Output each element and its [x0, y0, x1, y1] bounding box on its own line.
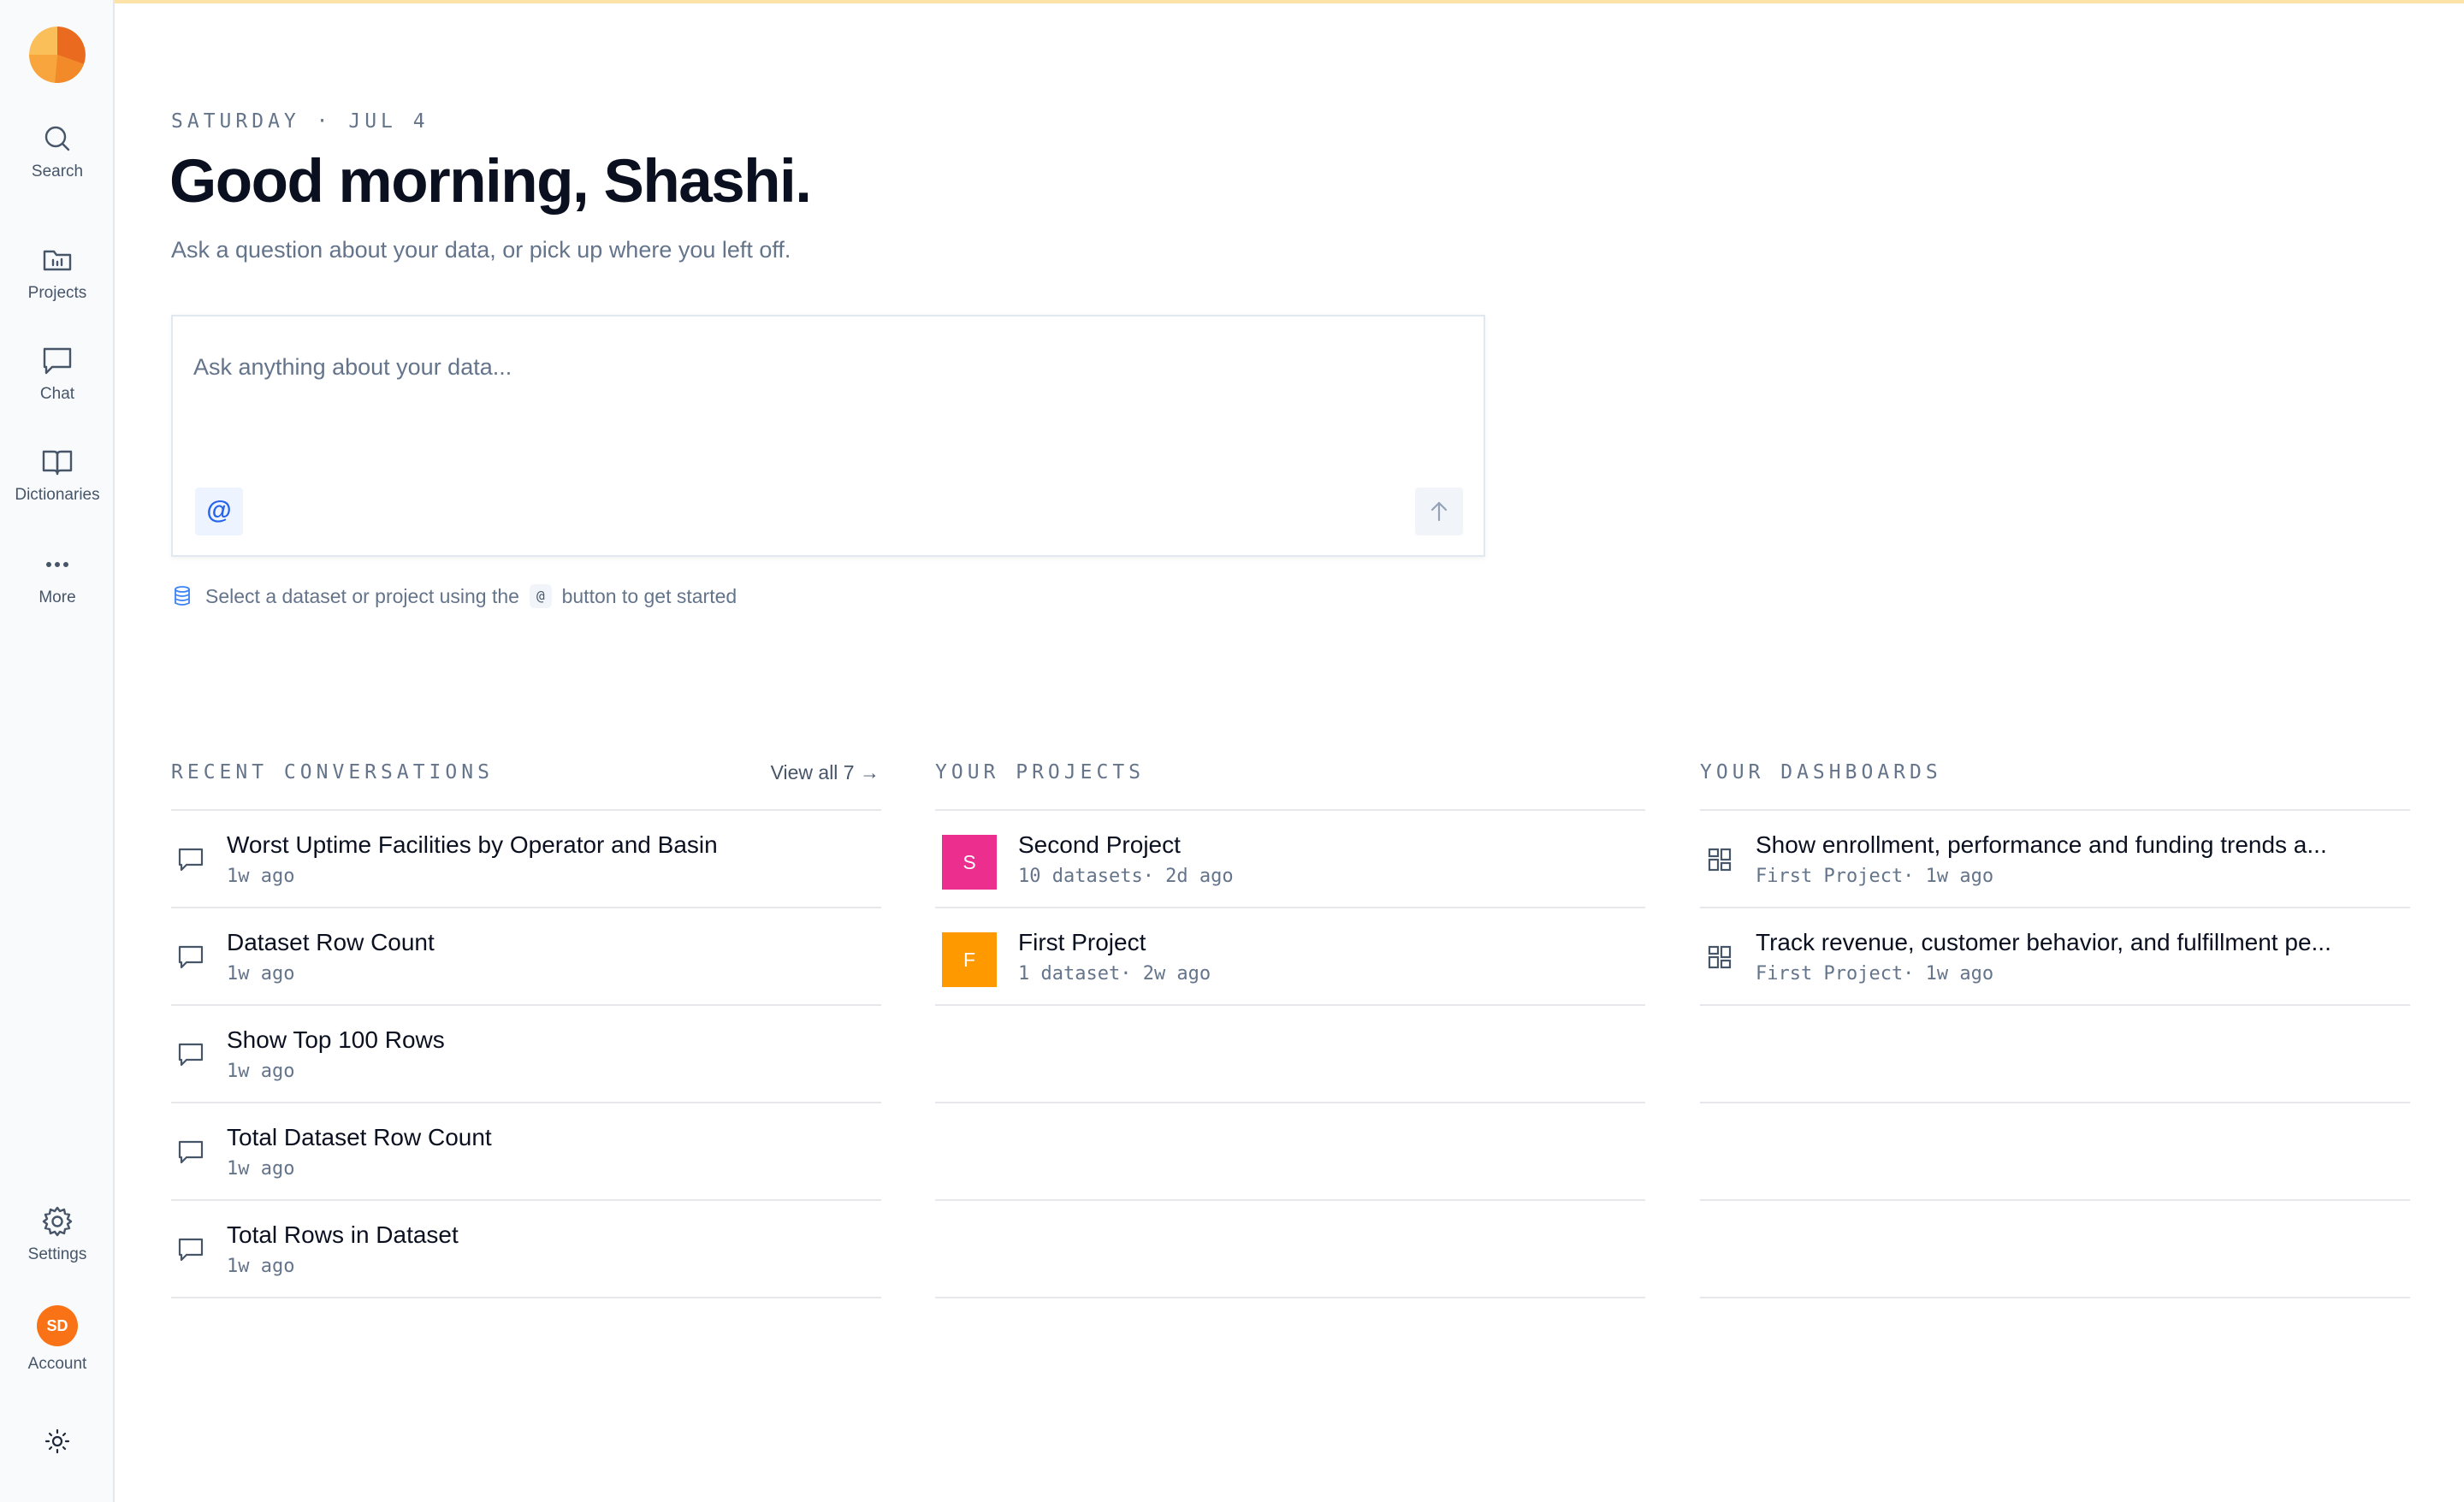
conversation-meta: 1w ago	[227, 1158, 295, 1180]
search-icon	[44, 126, 70, 151]
empty-row	[935, 1201, 1645, 1298]
chat-icon	[43, 347, 72, 375]
section-title: YOUR DASHBOARDS	[1700, 761, 1942, 784]
sidebar-item-label: Settings	[27, 1245, 87, 1263]
ask-input[interactable]	[193, 354, 1391, 381]
sidebar-item-chat[interactable]: Chat	[0, 344, 115, 404]
day-label: SATURDAY	[171, 110, 300, 133]
dashboard-meta: First Project· 1w ago	[1756, 963, 1994, 985]
sun-icon	[44, 1428, 70, 1454]
date-line: SATURDAY · JUL 4	[171, 110, 429, 133]
page-title: Good morning, Shashi.	[169, 148, 812, 216]
chat-icon	[178, 945, 204, 969]
conversation-item[interactable]: Total Dataset Row Count 1w ago	[171, 1103, 881, 1201]
section-title: RECENT CONVERSATIONS	[171, 761, 494, 784]
dashboard-icon	[1708, 848, 1732, 872]
your-projects: YOUR PROJECTS S Second Project 10 datase…	[935, 760, 1645, 1298]
sidebar-item-search[interactable]: Search	[0, 121, 115, 181]
view-all-link[interactable]: View all 7 →	[771, 761, 880, 784]
ask-box: @	[171, 315, 1485, 557]
send-button[interactable]	[1415, 488, 1463, 535]
sidebar-item-projects[interactable]: Projects	[0, 243, 115, 303]
sidebar-item-settings[interactable]: Settings	[0, 1204, 115, 1264]
dashboard-title: Show enrollment, performance and funding…	[1756, 831, 2327, 858]
conversation-item[interactable]: Worst Uptime Facilities by Operator and …	[171, 811, 881, 908]
dashboard-meta: First Project· 1w ago	[1756, 866, 1994, 887]
more-icon	[46, 562, 68, 567]
chat-icon	[178, 848, 204, 872]
empty-row	[1700, 1006, 2410, 1103]
app-logo[interactable]	[29, 27, 86, 83]
project-title: Second Project	[1018, 831, 1181, 858]
project-item[interactable]: F First Project 1 dataset· 2w ago	[935, 908, 1645, 1006]
section-title: YOUR PROJECTS	[935, 761, 1146, 784]
sidebar: Search Projects Chat Dictionaries More S…	[0, 0, 115, 1502]
chat-icon	[178, 1043, 204, 1067]
date-label: JUL 4	[348, 110, 429, 133]
book-icon	[42, 450, 73, 476]
sidebar-item-label: Account	[27, 1355, 87, 1373]
chat-icon	[178, 1238, 204, 1262]
sidebar-item-account[interactable]: SD Account	[0, 1305, 115, 1374]
mention-button[interactable]: @	[195, 488, 243, 535]
page-subtitle: Ask a question about your data, or pick …	[171, 237, 791, 263]
dashboard-title: Track revenue, customer behavior, and fu…	[1756, 929, 2331, 955]
date-separator: ·	[316, 110, 333, 133]
folder-icon	[43, 250, 72, 271]
gear-icon	[42, 1206, 73, 1237]
conversation-title: Show Top 100 Rows	[227, 1026, 445, 1053]
empty-row	[1700, 1201, 2410, 1298]
conversation-meta: 1w ago	[227, 963, 295, 985]
your-dashboards: YOUR DASHBOARDS Show enrollment, perform…	[1700, 760, 2410, 1298]
conversation-meta: 1w ago	[227, 1256, 295, 1277]
recent-conversations: RECENT CONVERSATIONS View all 7 → Worst …	[171, 760, 881, 1298]
sidebar-item-label: Chat	[39, 385, 75, 403]
hint-text-after: button to get started	[561, 584, 737, 607]
conversation-title: Total Dataset Row Count	[227, 1124, 492, 1150]
sidebar-item-label: Projects	[27, 284, 87, 302]
sidebar-item-more[interactable]: More	[0, 547, 115, 607]
project-meta: 10 datasets· 2d ago	[1018, 866, 1234, 887]
sidebar-item-label: Search	[31, 163, 84, 180]
conversation-item[interactable]: Dataset Row Count 1w ago	[171, 908, 881, 1006]
top-accent-line	[0, 0, 2464, 3]
empty-row	[935, 1103, 1645, 1201]
project-item[interactable]: S Second Project 10 datasets· 2d ago	[935, 811, 1645, 908]
dashboard-item[interactable]: Show enrollment, performance and funding…	[1700, 811, 2410, 908]
chat-icon	[178, 1140, 204, 1164]
empty-row	[1700, 1103, 2410, 1201]
arrow-up-icon	[1430, 501, 1448, 522]
dataset-hint: Select a dataset or project using the @ …	[171, 584, 737, 608]
hint-at-chip: @	[529, 584, 552, 608]
database-icon	[175, 586, 190, 606]
project-badge: S	[942, 835, 997, 890]
conversation-meta: 1w ago	[227, 866, 295, 887]
dashboard-item[interactable]: Track revenue, customer behavior, and fu…	[1700, 908, 2410, 1006]
dashboard-icon	[1708, 945, 1732, 969]
project-title: First Project	[1018, 929, 1146, 955]
avatar: SD	[37, 1305, 78, 1346]
project-badge: F	[942, 932, 997, 987]
sidebar-item-label: Dictionaries	[15, 486, 100, 504]
project-meta: 1 dataset· 2w ago	[1018, 963, 1211, 985]
conversation-title: Dataset Row Count	[227, 929, 435, 955]
sidebar-item-label: More	[38, 588, 76, 606]
conversation-item[interactable]: Show Top 100 Rows 1w ago	[171, 1006, 881, 1103]
conversation-meta: 1w ago	[227, 1061, 295, 1082]
theme-toggle[interactable]	[0, 1427, 115, 1456]
conversation-item[interactable]: Total Rows in Dataset 1w ago	[171, 1201, 881, 1298]
empty-row	[935, 1006, 1645, 1103]
conversation-title: Worst Uptime Facilities by Operator and …	[227, 831, 718, 858]
hint-text-before: Select a dataset or project using the	[205, 584, 519, 607]
sidebar-item-dictionaries[interactable]: Dictionaries	[0, 445, 115, 505]
conversation-title: Total Rows in Dataset	[227, 1221, 459, 1248]
